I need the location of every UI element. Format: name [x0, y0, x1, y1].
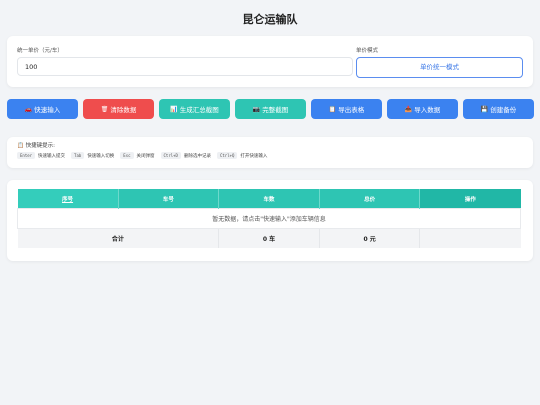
- page-title: 昆仑运输队: [242, 13, 298, 26]
- shortcut-list: Enter 快速输入提交 Tab 快速输入切换 Esc 关闭弹窗 Ctrl+D …: [17, 152, 267, 159]
- header-car-number: 车号: [117, 189, 219, 209]
- shortcut-item: Enter 快速输入提交: [17, 152, 65, 159]
- empty-message: 暂无数据，请点击"快速输入"添加车辆信息: [17, 208, 521, 229]
- save-icon: 💾: [480, 105, 489, 113]
- export-table-button[interactable]: 📋 导出表格: [311, 99, 382, 119]
- price-config-panel: 统一单价（元/车） 单价模式 单价统一模式: [7, 36, 533, 87]
- shortcut-key: Ctrl+Q: [216, 152, 238, 159]
- truck-icon: 🚗: [24, 105, 33, 113]
- totals-row: 合计 0 车 0 元: [17, 228, 521, 248]
- trash-icon: 🗑: [100, 105, 109, 113]
- price-mode-button[interactable]: 单价统一模式: [356, 57, 523, 78]
- create-backup-label: 创建备份: [490, 106, 517, 114]
- shortcut-item: Ctrl+D 删除选中记录: [160, 152, 211, 159]
- shortcut-key: Esc: [120, 152, 134, 159]
- header-car-count: 车数: [218, 189, 320, 209]
- totals-cars: 0 车: [218, 228, 320, 248]
- full-screenshot-button[interactable]: 📷 完整截图: [235, 99, 306, 119]
- import-data-label: 导入数据: [414, 106, 441, 114]
- shortcut-desc: 快速输入提交: [38, 153, 66, 159]
- shortcut-tips-panel: 📋 快捷键提示: Enter 快速输入提交 Tab 快速输入切换 Esc 关闭弹…: [7, 137, 533, 168]
- shortcut-item: Ctrl+Q 打开快速输入: [216, 152, 268, 159]
- totals-label: 合计: [17, 228, 219, 248]
- records-table: 序号 车号 车数 总价 操作 暂无数据，请点击"快速输入"添加车辆信息 合计 0…: [17, 189, 521, 248]
- export-table-label: 导出表格: [338, 106, 365, 114]
- totals-empty: [419, 228, 521, 248]
- header-index[interactable]: 序号: [17, 189, 119, 209]
- clear-data-button[interactable]: 🗑 清除数据: [83, 99, 154, 119]
- header-actions: 操作: [419, 189, 521, 209]
- price-label: 统一单价（元/车）: [17, 48, 63, 54]
- tips-title: 📋 快捷键提示:: [17, 143, 55, 149]
- import-data-button[interactable]: 📥 导入数据: [387, 99, 458, 119]
- quick-input-button[interactable]: 🚗 快速输入: [7, 99, 78, 119]
- empty-row: 暂无数据，请点击"快速输入"添加车辆信息: [17, 208, 521, 229]
- shortcut-desc: 关闭弹窗: [136, 153, 155, 159]
- clear-data-label: 清除数据: [110, 106, 137, 114]
- quick-input-label: 快速输入: [34, 106, 61, 114]
- records-panel: 序号 车号 车数 总价 操作 暂无数据，请点击"快速输入"添加车辆信息 合计 0…: [7, 180, 533, 261]
- shortcut-desc: 打开快速输入: [240, 153, 268, 159]
- shortcut-key: Tab: [71, 152, 85, 159]
- create-backup-button[interactable]: 💾 创建备份: [463, 99, 534, 119]
- full-screenshot-label: 完整截图: [262, 106, 289, 114]
- clipboard-icon: 📋: [328, 105, 337, 113]
- camera-icon: 📷: [252, 105, 261, 113]
- totals-price: 0 元: [318, 228, 420, 248]
- header-total-price: 总价: [318, 189, 420, 209]
- shortcut-item: Tab 快速输入切换: [71, 152, 114, 159]
- shortcut-key: Ctrl+D: [160, 152, 181, 159]
- shortcut-item: Esc 关闭弹窗: [120, 152, 155, 159]
- table-header-row: 序号 车号 车数 总价 操作: [17, 189, 521, 209]
- shortcut-desc: 删除选中记录: [183, 153, 211, 159]
- shortcut-key: Enter: [17, 152, 36, 159]
- summary-screenshot-button[interactable]: 📊 生成汇总截图: [159, 99, 230, 119]
- unit-price-input[interactable]: [17, 57, 353, 76]
- summary-screenshot-label: 生成汇总截图: [179, 106, 219, 114]
- shortcut-desc: 快速输入切换: [87, 153, 115, 159]
- inbox-icon: 📥: [404, 105, 413, 113]
- chart-icon: 📊: [170, 105, 178, 113]
- mode-label: 单价模式: [356, 48, 379, 54]
